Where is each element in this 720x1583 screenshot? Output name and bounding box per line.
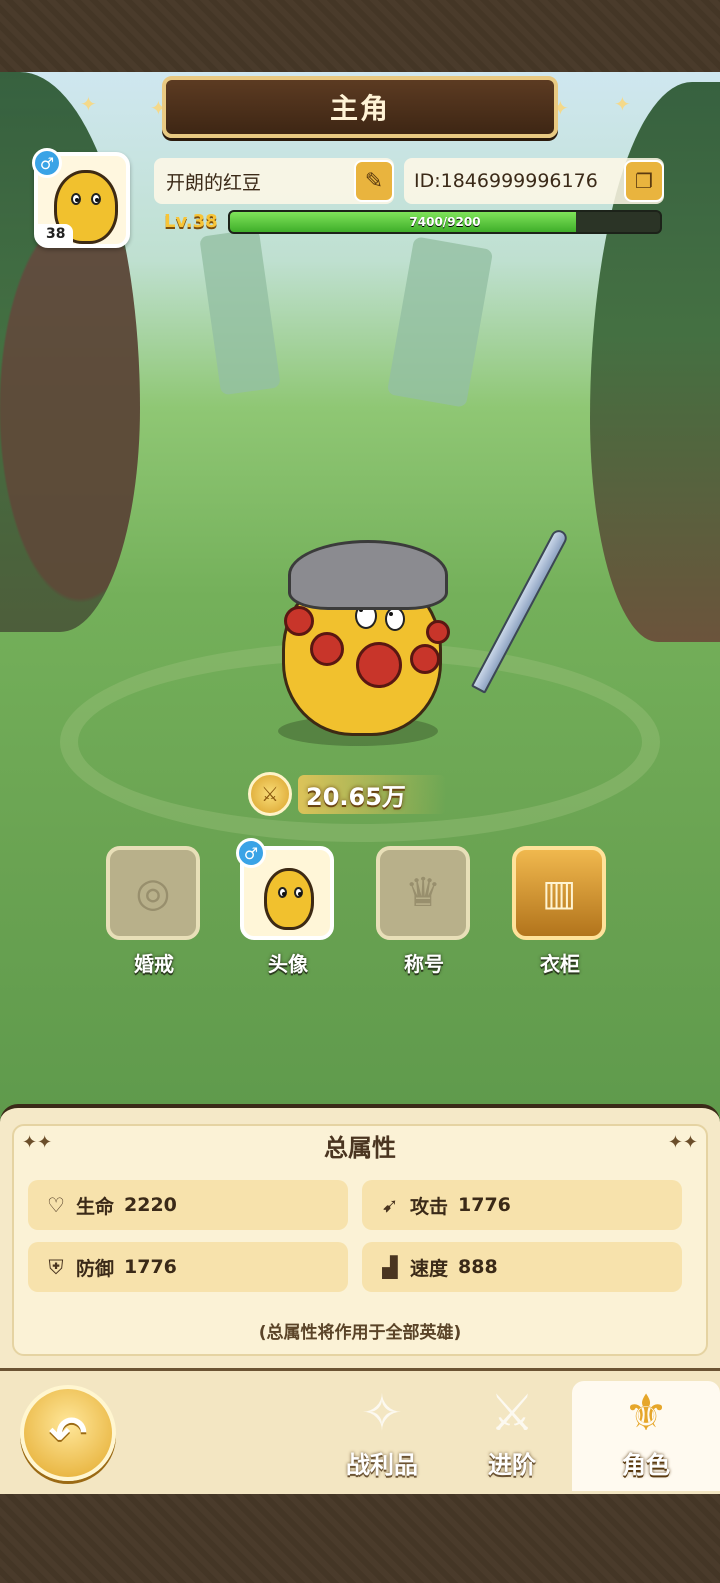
tab-label: 角色 <box>622 1451 670 1479</box>
tab-advance[interactable]: ⚔ 进阶 <box>452 1381 572 1491</box>
stat-value: 1776 <box>458 1194 511 1216</box>
bottom-nav: ↶ ✧ 战利品 ⚔ 进阶 ⚜ 角色 <box>0 1368 720 1494</box>
feature-wardrobe[interactable]: ▥ 衣柜 <box>512 846 608 977</box>
tab-label: 战利品 <box>346 1451 418 1479</box>
stats-note: (总属性将作用于全部英雄) <box>258 1323 462 1343</box>
page-title: 主角 <box>329 92 390 125</box>
back-arrow-icon: ↶ <box>48 1406 88 1460</box>
feature-ring[interactable]: ◎ 婚戒 <box>106 846 202 977</box>
player-id: ID:1846999996176 <box>414 170 598 192</box>
back-button[interactable]: ↶ <box>20 1385 116 1481</box>
wardrobe-icon: ▥ <box>512 846 606 940</box>
male-gender-icon: ♂ <box>236 838 266 868</box>
stat-value: 1776 <box>124 1256 177 1278</box>
stat-name: 攻击 <box>410 1195 449 1218</box>
ring-icon: ◎ <box>106 846 200 940</box>
heart-icon: ♡ <box>47 1193 65 1217</box>
tab-label: 进阶 <box>488 1451 536 1479</box>
player-name: 开朗的红豆 <box>166 171 262 194</box>
stats-title: 总属性 <box>324 1134 396 1162</box>
stat-name: 速度 <box>410 1257 449 1280</box>
combat-power: ⚔ 20.65万 <box>248 770 448 818</box>
pencil-icon: ✎ <box>364 168 384 194</box>
tab-character[interactable]: ⚜ 角色 <box>572 1381 720 1491</box>
stat-attack: ➹ 攻击 1776 <box>362 1180 682 1230</box>
stat-value: 888 <box>458 1256 498 1278</box>
sparkle-icon: ✦ <box>614 92 631 116</box>
feature-title[interactable]: ♛ 称号 <box>376 846 472 977</box>
feature-label: 婚戒 <box>134 952 174 976</box>
level-label: Lv.38 <box>164 211 218 232</box>
stat-value: 2220 <box>124 1194 177 1216</box>
sparkle-icon: ✦ <box>80 92 97 116</box>
stone-pillar <box>386 236 494 408</box>
boot-icon: ▟ <box>382 1255 398 1279</box>
necklace-bead <box>410 644 440 674</box>
loot-icon: ✧ <box>361 1384 403 1442</box>
necklace-bead <box>426 620 450 644</box>
tab-loot[interactable]: ✧ 战利品 <box>322 1381 442 1491</box>
shield-icon: ⛨ <box>48 1255 64 1279</box>
necklace-bead <box>284 606 314 636</box>
copy-icon: ❐ <box>635 169 653 193</box>
stats-panel: ✦✦ ✦✦ 总属性 ♡ 生命 2220 ➹ 攻击 1776 ⛨ 防御 1776 … <box>0 1104 720 1368</box>
combat-power-value: 20.65万 <box>298 774 446 814</box>
top-frame <box>0 0 720 72</box>
stone-pillar <box>199 228 281 396</box>
avatar-level: 38 <box>38 224 74 244</box>
necklace-bead <box>310 632 344 666</box>
feature-label: 称号 <box>404 952 444 976</box>
power-crest-icon: ⚔ <box>248 772 292 816</box>
xp-bar: 7400/9200 <box>228 210 662 234</box>
feature-label: 头像 <box>268 952 308 976</box>
xp-text: 7400/9200 <box>409 215 481 229</box>
sword-badge-icon: ⚔ <box>489 1384 535 1442</box>
stat-speed: ▟ 速度 888 <box>362 1242 682 1292</box>
title-banner: 主角 <box>162 76 558 138</box>
edit-name-button[interactable]: ✎ <box>354 160 394 202</box>
crown-icon: ♛ <box>376 846 470 940</box>
feature-label: 衣柜 <box>540 952 580 976</box>
stat-name: 防御 <box>76 1257 115 1280</box>
stat-hp: ♡ 生命 2220 <box>28 1180 348 1230</box>
bottom-frame <box>0 1494 720 1583</box>
copy-id-button[interactable]: ❐ <box>624 160 664 202</box>
keyhole-crest-icon: ⚜ <box>623 1384 669 1442</box>
attack-icon: ➹ <box>381 1193 399 1217</box>
stat-defense: ⛨ 防御 1776 <box>28 1242 348 1292</box>
male-gender-icon: ♂ <box>32 148 62 178</box>
character-hair <box>288 540 448 610</box>
necklace-bead <box>356 642 402 688</box>
stat-name: 生命 <box>76 1195 115 1218</box>
